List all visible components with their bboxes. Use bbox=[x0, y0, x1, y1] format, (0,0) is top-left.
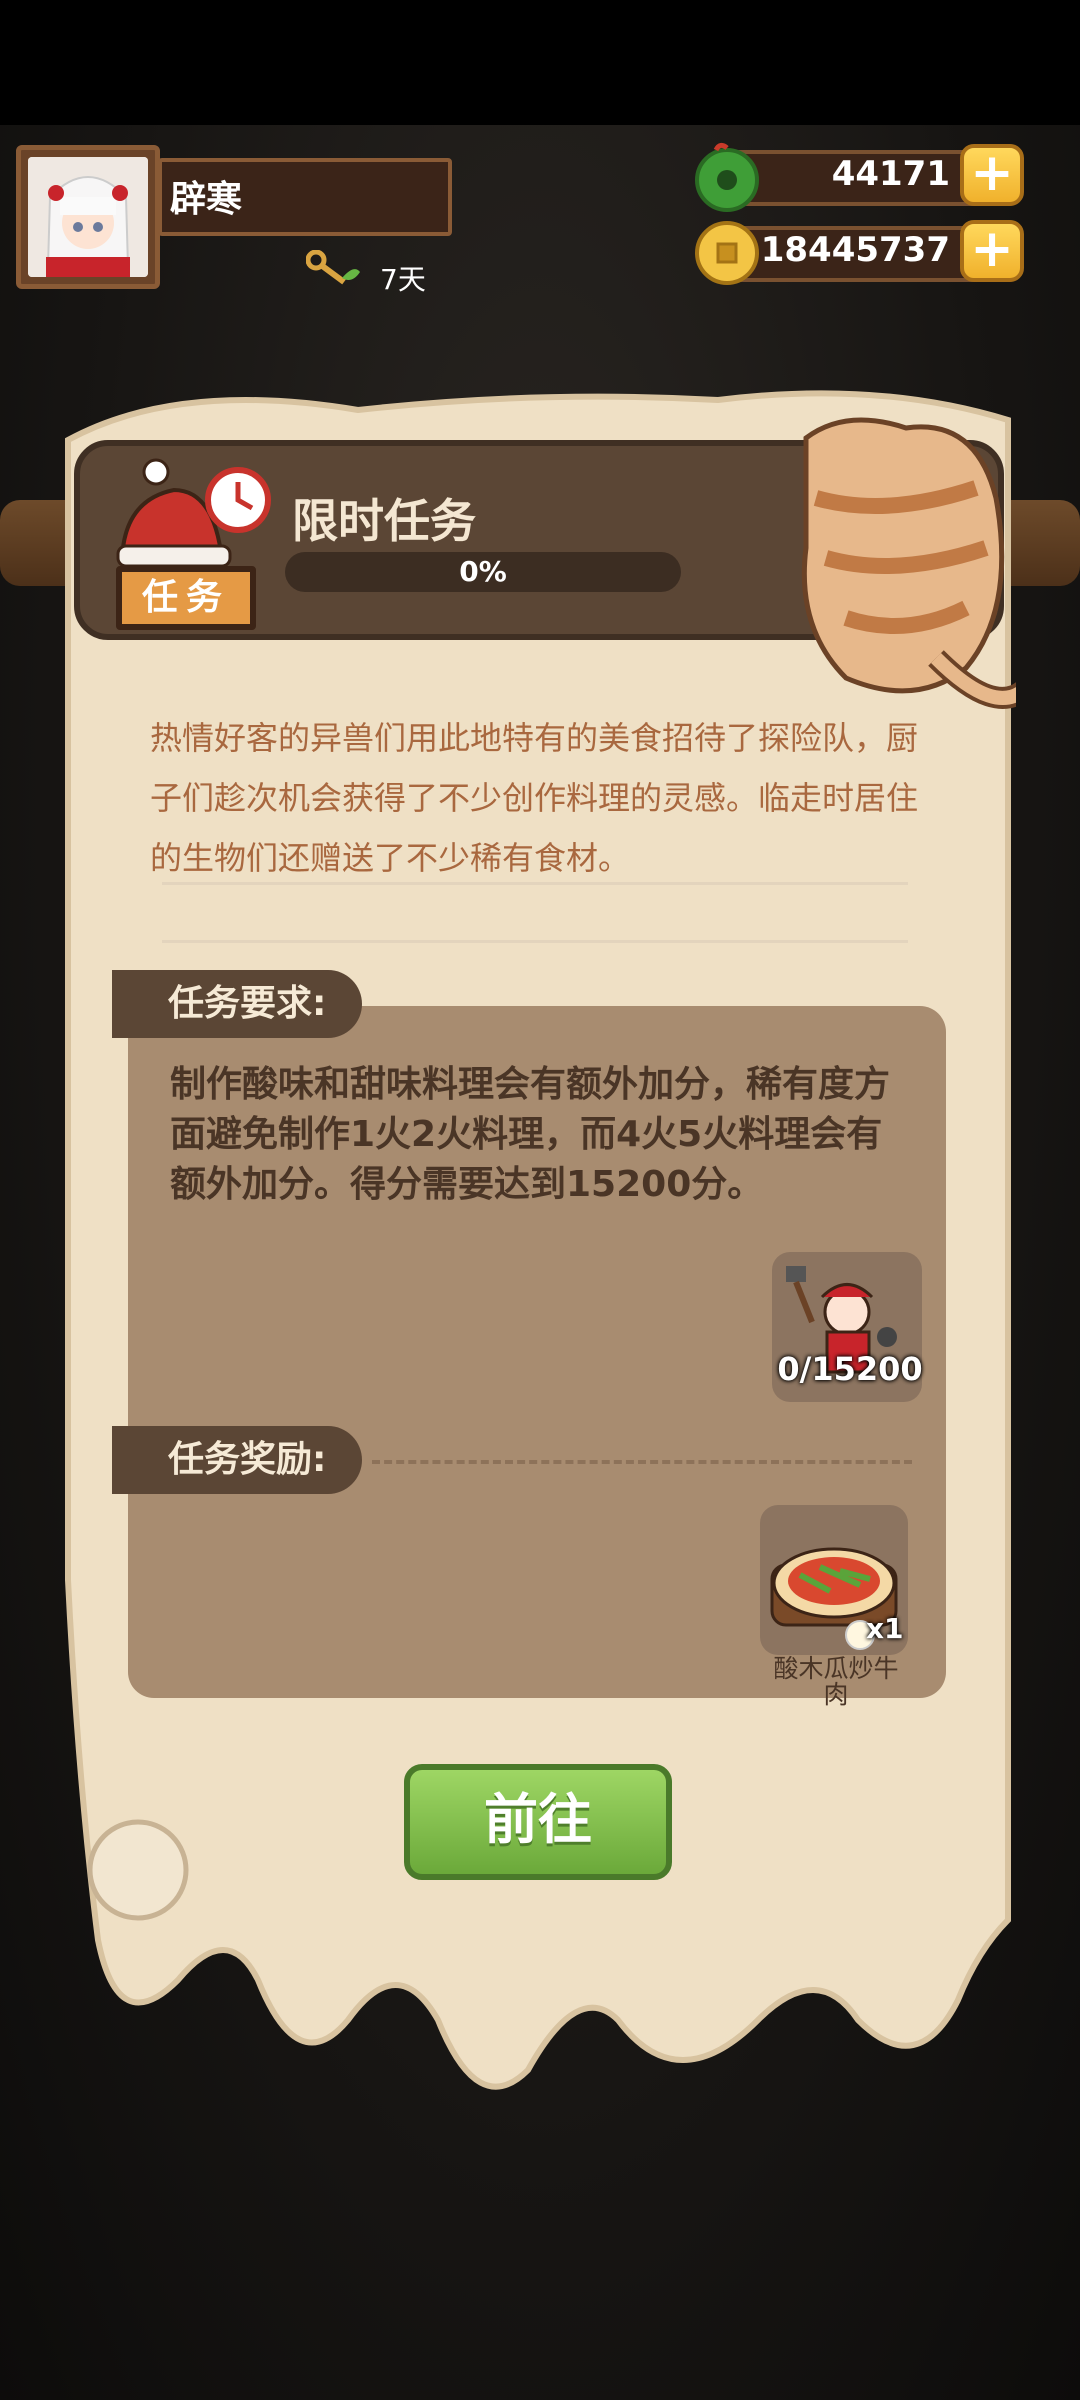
divider bbox=[162, 882, 908, 885]
key-sprout-icon bbox=[305, 249, 362, 294]
task-description: 热情好客的异兽们用此地特有的美食招待了探险队，厨子们趁次机会获得了不少创作料理的… bbox=[150, 719, 919, 877]
reward-quantity: x1 bbox=[866, 1612, 904, 1645]
days-label: 7天 bbox=[380, 263, 426, 296]
character-avatar-icon[interactable] bbox=[28, 157, 148, 277]
divider bbox=[162, 940, 908, 943]
task-progress-text: 0% bbox=[459, 555, 507, 588]
task-badge: 任务 bbox=[116, 566, 256, 630]
cat-decoration-icon bbox=[786, 408, 1034, 732]
go-button[interactable]: 前往 bbox=[404, 1764, 672, 1880]
jade-coin-icon bbox=[690, 140, 764, 218]
add-jade-button[interactable]: + bbox=[960, 144, 1024, 206]
player-name: 辟寒 bbox=[170, 179, 243, 220]
status-bar-area bbox=[0, 0, 1080, 125]
reward-divider bbox=[372, 1460, 912, 1464]
gold-amount: 18445737 bbox=[760, 230, 950, 270]
requirement-progress: 0/15200 bbox=[777, 1350, 923, 1388]
task-hat-clock-icon bbox=[104, 450, 284, 584]
requirement-text: 制作酸味和甜味料理会有额外加分，稀有度方面避免制作1火2火料理，而4火5火料理会… bbox=[170, 1064, 891, 1205]
task-title: 限时任务 bbox=[292, 494, 476, 548]
jade-amount: 44171 bbox=[831, 154, 950, 194]
reward-label: 任务奖励: bbox=[112, 1426, 362, 1494]
requirement-label: 任务要求: bbox=[112, 970, 362, 1038]
add-gold-button[interactable]: + bbox=[960, 220, 1024, 282]
reward-item-name: 酸木瓜炒牛肉 bbox=[773, 1654, 899, 1709]
